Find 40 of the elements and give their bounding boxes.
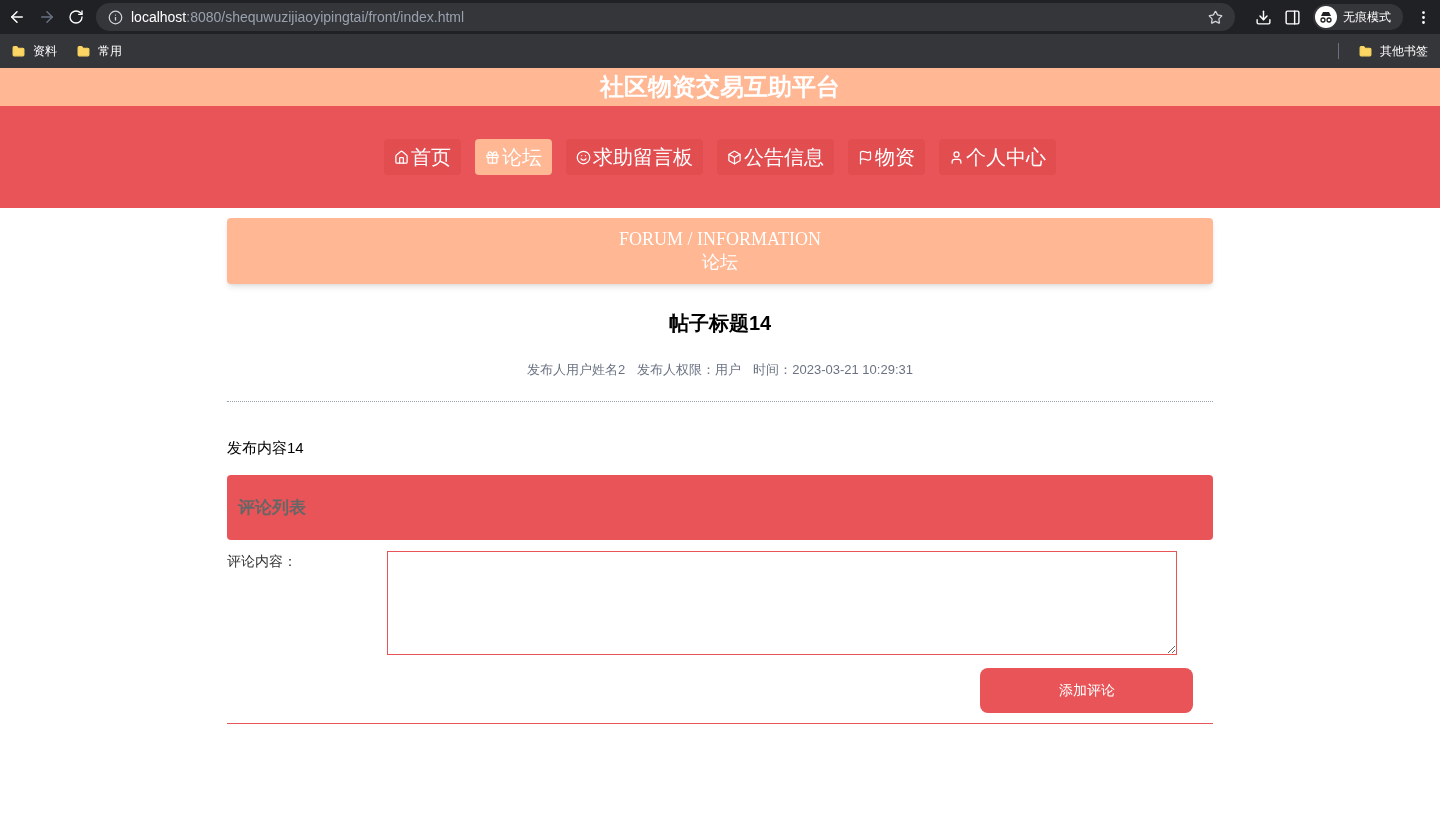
folder-icon: [12, 44, 25, 58]
post-author: 发布人用户姓名2: [527, 361, 626, 379]
nav-tab[interactable]: 求助留言板: [566, 139, 703, 175]
comment-input[interactable]: [387, 551, 1177, 655]
reload-icon[interactable]: [68, 9, 84, 25]
info-icon[interactable]: [108, 9, 123, 25]
incognito-icon: [1315, 6, 1337, 28]
smiley-icon: [576, 149, 591, 165]
bookmark-link[interactable]: 资料: [12, 42, 57, 60]
flag-icon: [858, 149, 873, 165]
gift-icon: [485, 149, 500, 165]
banner-title-chinese: 论坛: [702, 251, 738, 274]
side-panel-icon[interactable]: [1284, 8, 1301, 26]
bookmark-link[interactable]: 其他书签: [1359, 42, 1428, 60]
folder-icon: [1359, 44, 1372, 58]
url-text: localhost:8080/shequwuzijiaoyipingtai/front/index.html: [131, 7, 465, 27]
star-icon[interactable]: [1208, 9, 1223, 25]
site-title: 社区物资交易互助平台: [600, 72, 840, 102]
post-time: 时间：2023-03-21 10:29:31: [753, 361, 913, 379]
address-bar[interactable]: localhost:8080/shequwuzijiaoyipingtai/front/index.html: [96, 3, 1235, 31]
cube-icon: [727, 149, 742, 165]
nav-tab[interactable]: 公告信息: [717, 139, 834, 175]
person-icon: [949, 149, 964, 165]
forward-icon[interactable]: [38, 8, 56, 26]
comment-list-title: 评论列表: [238, 496, 306, 519]
folder-icon: [77, 44, 90, 58]
banner-title-english: FORUM / INFORMATION: [619, 228, 821, 251]
nav-tab[interactable]: 物资: [848, 139, 925, 175]
download-icon[interactable]: [1255, 8, 1272, 26]
back-icon[interactable]: [8, 8, 26, 26]
add-comment-button[interactable]: 添加评论: [980, 668, 1193, 713]
bookmark-link[interactable]: 常用: [77, 42, 122, 60]
post-content: 发布内容14: [227, 437, 305, 458]
home-icon: [394, 149, 409, 165]
post-title: 帖子标题14: [668, 311, 772, 336]
post-role: 发布人权限：用户: [637, 361, 742, 379]
comment-field-label: 评论内容：: [227, 552, 298, 571]
nav-tab[interactable]: 个人中心: [939, 139, 1056, 175]
nav-tab[interactable]: 首页: [384, 139, 461, 175]
profile-chip[interactable]: 无痕模式: [1313, 4, 1403, 30]
